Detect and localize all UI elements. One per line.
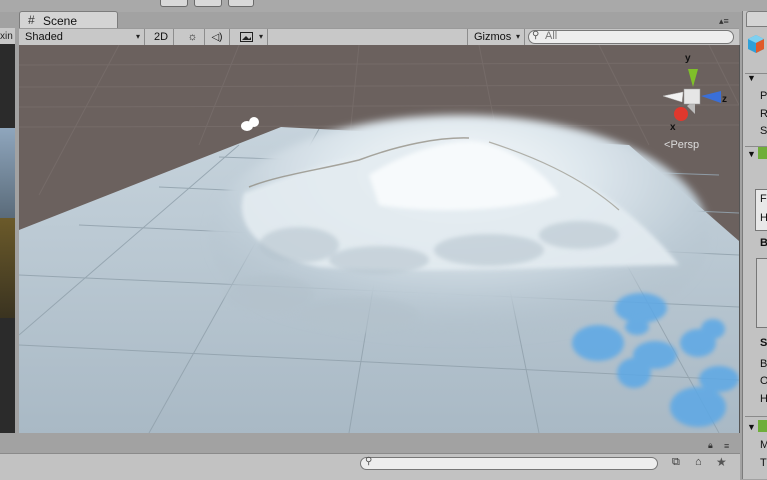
effects-dropdown[interactable]: ▾ xyxy=(235,29,268,45)
foldout-icon[interactable]: ▼ xyxy=(747,73,756,83)
scene-object-icon[interactable] xyxy=(241,117,259,131)
effects-icon xyxy=(240,32,253,42)
lighting-icon: ☼ xyxy=(187,31,198,43)
project-toolbar: ⚲ ⧉ ⌂ ★ xyxy=(0,453,740,480)
foldout-icon[interactable]: ▼ xyxy=(747,422,756,432)
foldout-icon[interactable]: ▼ xyxy=(747,149,756,159)
search-icon: ⚲ xyxy=(365,456,373,467)
shading-mode-label: Shaded xyxy=(25,31,63,43)
gizmos-label: Gizmos xyxy=(474,31,512,43)
projection-label: Persp xyxy=(670,139,700,151)
inspector-label: B xyxy=(760,358,767,370)
tab-scene[interactable]: # Scene xyxy=(19,11,118,29)
chevron-down-icon: ▾ xyxy=(515,32,520,41)
gizmo-y-label: y xyxy=(685,53,691,64)
tab-scene-label: Scene xyxy=(43,14,78,28)
inspector-label: F xyxy=(760,193,767,205)
inspector-label: H xyxy=(760,212,767,224)
audio-icon: ◁) xyxy=(211,31,223,43)
orientation-gizmo[interactable]: y z x <Persp xyxy=(659,53,739,155)
inspector-panel: ▼ P R S ▼ F H B S B O H ▼ M T xyxy=(742,11,767,479)
scene-render xyxy=(19,45,739,433)
tag-icon[interactable]: ⌂ xyxy=(695,456,702,468)
scene-icon: # xyxy=(28,13,35,27)
2d-label: 2D xyxy=(153,31,169,43)
game-object-icon xyxy=(748,35,764,53)
2d-toggle[interactable]: 2D xyxy=(149,29,174,45)
projection-toggle[interactable]: <Persp xyxy=(664,139,699,151)
inspector-label: R xyxy=(760,108,767,120)
component-icon xyxy=(758,420,767,432)
inspector-label: S xyxy=(760,125,767,137)
scene-toolbar: Shaded ▾ 2D ☼ ◁) ▾ Gizmos ▾ ⚲ All xyxy=(19,28,739,46)
inspector-label: M xyxy=(760,439,767,451)
scene-viewport[interactable]: y z x <Persp xyxy=(19,45,740,433)
star-icon[interactable]: ★ xyxy=(716,455,727,469)
inspector-label: O xyxy=(760,375,767,387)
inspector-label: T xyxy=(760,457,767,469)
chevron-down-icon: ▾ xyxy=(135,32,140,41)
scene-search-input[interactable]: ⚲ All xyxy=(528,30,734,44)
inspector-label: P xyxy=(760,90,767,102)
gizmo-x-label: x xyxy=(670,122,676,133)
search-icon: ⚲ xyxy=(532,30,540,41)
menu-icon[interactable]: ▴≡ xyxy=(719,16,729,27)
menu-icon[interactable]: ≡ xyxy=(724,441,729,451)
left-panel xyxy=(0,28,15,433)
scene-search-placeholder: All xyxy=(545,30,558,42)
inspector-label: H xyxy=(760,393,767,405)
inspector-label: B xyxy=(760,237,767,249)
inspector-label: S xyxy=(760,337,767,349)
audio-toggle[interactable]: ◁) xyxy=(205,29,230,45)
texture-preview[interactable] xyxy=(756,258,767,328)
pause-button[interactable] xyxy=(194,0,222,7)
play-button[interactable] xyxy=(160,0,188,7)
lighting-toggle[interactable]: ☼ xyxy=(181,29,205,45)
shading-mode-dropdown[interactable]: Shaded ▾ xyxy=(19,29,145,45)
gizmo-z-label: z xyxy=(722,94,727,105)
left-panel-label: xin xyxy=(0,31,13,42)
layers-icon[interactable]: ⧉ xyxy=(672,456,680,469)
gizmos-dropdown[interactable]: Gizmos ▾ xyxy=(467,29,525,45)
lock-icon[interactable]: 🔒︎ xyxy=(708,440,713,451)
chevron-down-icon: ▾ xyxy=(258,32,263,41)
step-button[interactable] xyxy=(228,0,254,7)
project-search-input[interactable]: ⚲ xyxy=(360,456,658,470)
terrain-icon xyxy=(758,147,767,159)
